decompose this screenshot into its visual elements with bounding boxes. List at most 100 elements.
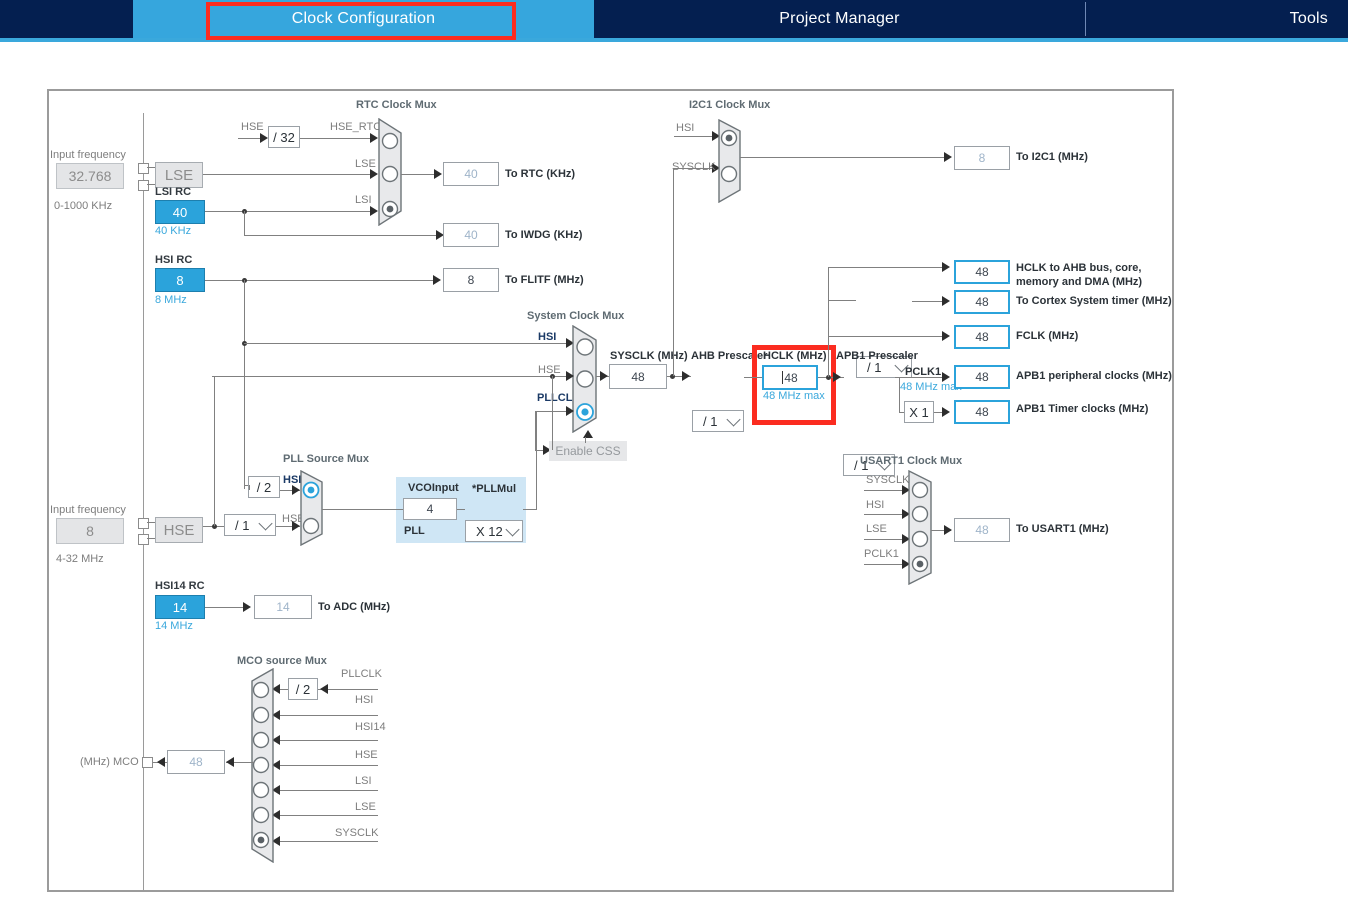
i2c1-hsi-label: HSI bbox=[676, 122, 695, 134]
wire-hsi14-to-adc bbox=[205, 607, 247, 608]
arrow-apb1-in bbox=[833, 372, 841, 382]
mco-output-value[interactable]: 48 bbox=[167, 750, 225, 774]
lse-pin-top[interactable] bbox=[138, 163, 149, 174]
hclk-ahb-output-label: HCLK to AHB bus, core, bbox=[1016, 262, 1142, 274]
adc-output-value[interactable]: 14 bbox=[254, 595, 312, 619]
rtc-output-value[interactable]: 40 bbox=[443, 162, 499, 186]
pll-source-mux[interactable] bbox=[300, 470, 330, 546]
cortex-timer-output[interactable]: 48 bbox=[954, 290, 1010, 314]
wire-div32-to-mux bbox=[300, 138, 372, 139]
wire-pllmul-up bbox=[536, 411, 537, 509]
mco-pin[interactable] bbox=[142, 757, 153, 768]
iwdg-output-label: To IWDG (KHz) bbox=[505, 229, 583, 241]
arrow-cortex bbox=[942, 296, 950, 306]
wire-lse-to-rtcmux bbox=[203, 174, 373, 175]
usart1-hsi-label: HSI bbox=[866, 499, 885, 511]
pclk1-note: 48 MHz max bbox=[900, 381, 962, 393]
lse-input-frequency-label: Input frequency bbox=[50, 149, 126, 161]
hse-input-frequency-field[interactable]: 8 bbox=[56, 518, 124, 544]
arrow-pllclk-sysmux bbox=[566, 406, 574, 416]
i2c1-clock-mux[interactable] bbox=[718, 119, 748, 203]
rtc-clock-mux[interactable] bbox=[378, 118, 408, 226]
lse-box[interactable]: LSE bbox=[155, 162, 203, 188]
pllmul-value: X 12 bbox=[476, 523, 503, 539]
mco-pllclk-label: PLLCLK bbox=[341, 668, 382, 680]
wire-vco-to-mul bbox=[457, 509, 465, 510]
wire-hclk-to-cortexpre bbox=[828, 300, 856, 301]
ahb-prescaler-select[interactable]: / 1 bbox=[692, 410, 744, 432]
hsi-rc-title: HSI RC bbox=[155, 254, 193, 266]
mco-lsi-label: LSI bbox=[355, 775, 372, 787]
lsi-rc-value[interactable]: 40 bbox=[155, 200, 205, 224]
toolbar: Resolve Clock Issues bbox=[0, 42, 1348, 114]
hsi14-rc-title: HSI14 RC bbox=[155, 580, 205, 592]
usart1-pclk1-label: PCLK1 bbox=[864, 548, 899, 560]
hclk-ahb-output[interactable]: 48 bbox=[954, 260, 1010, 284]
apb1-timer-output[interactable]: 48 bbox=[954, 400, 1010, 424]
wire-hclk-to-ahbbus bbox=[828, 267, 946, 268]
hsi14-rc-value[interactable]: 14 bbox=[155, 595, 205, 619]
i2c1-output-label: To I2C1 (MHz) bbox=[1016, 151, 1088, 163]
mco-source-mux-title: MCO source Mux bbox=[237, 655, 327, 667]
pll-hse-div[interactable]: / 1 bbox=[224, 514, 276, 536]
hsi-rc-value[interactable]: 8 bbox=[155, 268, 205, 292]
tab-tools[interactable]: Tools bbox=[1085, 0, 1348, 38]
rtc-lsi-label: LSI bbox=[355, 194, 372, 206]
adc-output-label: To ADC (MHz) bbox=[318, 601, 391, 613]
wire-mco-sysclk bbox=[271, 841, 378, 842]
arrow-i2c-out bbox=[944, 152, 952, 162]
arrow-hsi14-adc bbox=[243, 602, 251, 612]
iwdg-output-value[interactable]: 40 bbox=[443, 223, 499, 247]
wire-hclk-to-fclk bbox=[828, 336, 946, 337]
wire-mco-hsi14 bbox=[271, 740, 378, 741]
ahb-prescaler-value: / 1 bbox=[703, 413, 718, 429]
pllmul-label: *PLLMul bbox=[472, 483, 516, 495]
tab-project-manager[interactable]: Project Manager bbox=[594, 0, 1085, 38]
arrow-pllmux-hsi bbox=[292, 485, 300, 495]
tab-pinout[interactable] bbox=[0, 0, 133, 38]
pll-panel-label: PLL bbox=[404, 525, 425, 537]
sysclk-value[interactable]: 48 bbox=[609, 364, 667, 389]
arrow-mco-div2-in bbox=[320, 684, 328, 694]
arrow-apb1-periph bbox=[942, 372, 950, 382]
i2c1-output-value[interactable]: 8 bbox=[954, 146, 1010, 170]
usart1-output-value[interactable]: 48 bbox=[954, 518, 1010, 542]
mco-source-mux[interactable] bbox=[248, 668, 282, 863]
arrow-ahbbus bbox=[942, 262, 950, 272]
fclk-output[interactable]: 48 bbox=[954, 325, 1010, 349]
usart1-clock-mux[interactable] bbox=[908, 470, 940, 585]
enable-css-button[interactable]: Enable CSS bbox=[549, 441, 627, 461]
wire-ahb-to-hclk bbox=[744, 377, 762, 378]
wire-hse-up bbox=[214, 376, 215, 526]
wire-lsi-to-iwdg bbox=[244, 235, 439, 236]
apb1-prescaler-label: APB1 Prescaler bbox=[836, 350, 918, 362]
apb1-peripheral-output[interactable]: 48 bbox=[954, 365, 1010, 389]
mco-sysclk-label: SYSCLK bbox=[335, 827, 379, 839]
wire-mco-hse bbox=[271, 765, 378, 766]
wire-lsi-down bbox=[244, 211, 245, 235]
apb1-timer-output-label: APB1 Timer clocks (MHz) bbox=[1016, 403, 1149, 415]
sysmux-hse-label: HSE bbox=[538, 364, 561, 376]
flitf-output-value[interactable]: 8 bbox=[443, 268, 499, 292]
rtc-hse-div32[interactable]: / 32 bbox=[268, 126, 300, 148]
usart1-output-label: To USART1 (MHz) bbox=[1016, 523, 1109, 535]
wire-hse-pin-top bbox=[147, 522, 155, 523]
wire-hclk-bus bbox=[828, 267, 829, 377]
lse-pin-bottom[interactable] bbox=[138, 180, 149, 191]
sysclk-label: SYSCLK (MHz) bbox=[610, 350, 688, 362]
pllmul-select[interactable]: X 12 bbox=[465, 520, 523, 542]
hse-pin-bottom[interactable] bbox=[138, 534, 149, 545]
i2c1-sysclk-label: SYSCLK bbox=[672, 161, 716, 173]
mco-pllclk-div2[interactable]: / 2 bbox=[288, 678, 318, 700]
apb1-timer-multiplier[interactable]: X 1 bbox=[904, 401, 934, 423]
hse-pin-top[interactable] bbox=[138, 518, 149, 529]
mco-hse-label: HSE bbox=[355, 749, 378, 761]
wire-hsi-to-flitf bbox=[205, 280, 435, 281]
hse-box[interactable]: HSE bbox=[155, 517, 203, 543]
lsi-rc-title: LSI RC bbox=[155, 186, 192, 198]
lse-input-frequency-field[interactable]: 32.768 bbox=[56, 163, 124, 189]
chevron-down-icon bbox=[258, 516, 273, 531]
vco-input-value[interactable]: 4 bbox=[403, 498, 457, 520]
pll-hsi-div2[interactable]: / 2 bbox=[248, 476, 280, 498]
left-rail bbox=[143, 113, 144, 891]
